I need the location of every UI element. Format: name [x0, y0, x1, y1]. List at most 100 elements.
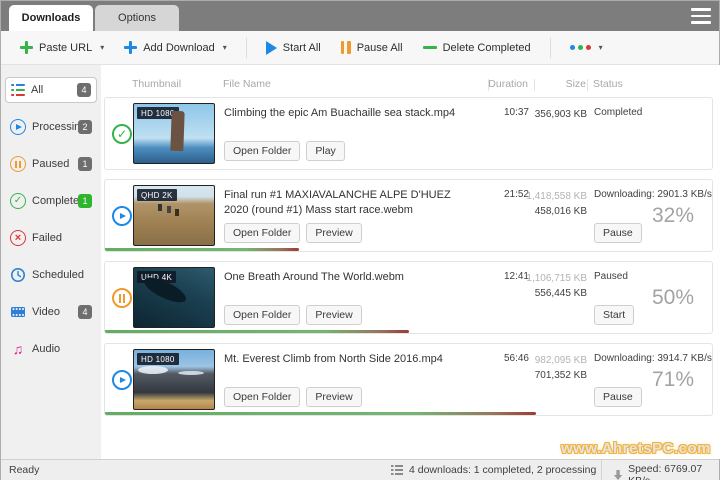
- size: 1,106,715 KB 556,445 KB: [503, 271, 587, 301]
- preview-button[interactable]: Preview: [306, 387, 361, 407]
- download-list: Thumbnail File Name Duration Size Status…: [101, 65, 720, 459]
- pause-button[interactable]: Pause: [594, 223, 642, 243]
- plus-icon: [124, 41, 137, 54]
- delete-completed-button[interactable]: Delete Completed: [414, 37, 540, 59]
- add-download-label: Add Download: [143, 42, 215, 54]
- status-text: Completed: [594, 107, 713, 118]
- pause-icon: [341, 41, 351, 54]
- list-header: Thumbnail File Name Duration Size Status: [104, 65, 713, 97]
- chevron-down-icon: ▾: [223, 43, 227, 52]
- tab-bar: Downloads Options: [1, 1, 719, 31]
- toolbar-separator: [550, 38, 551, 58]
- column-separator: [587, 79, 588, 91]
- film-icon: [10, 304, 26, 320]
- add-download-button[interactable]: Add Download ▾: [115, 36, 236, 59]
- list-icon: [391, 465, 403, 474]
- column-size: Size: [502, 78, 586, 90]
- column-status: Status: [593, 78, 623, 90]
- check-circle-icon: ✓: [112, 124, 132, 144]
- count-badge: 1: [78, 157, 92, 171]
- sidebar-item-label: All: [31, 84, 43, 96]
- app-window: Downloads Options Paste URL ▾ Add Downlo…: [0, 0, 720, 480]
- sidebar-item-completed[interactable]: ✓ Completed 1: [5, 188, 97, 214]
- sidebar-item-video[interactable]: Video 4: [5, 299, 97, 325]
- start-all-label: Start All: [283, 42, 321, 54]
- chevron-down-icon: ▾: [100, 43, 104, 52]
- statusbar-separator: [601, 460, 602, 480]
- progress-percent: 32%: [652, 204, 694, 228]
- column-thumbnail: Thumbnail: [132, 78, 181, 90]
- count-badge: 4: [77, 83, 91, 97]
- size: 1,418,558 KB 458,016 KB: [503, 189, 587, 219]
- pause-all-button[interactable]: Pause All: [332, 36, 412, 59]
- sidebar-item-failed[interactable]: × Failed: [5, 225, 97, 251]
- play-button[interactable]: Play: [306, 141, 344, 161]
- pause-button[interactable]: Pause: [594, 387, 642, 407]
- sidebar-item-label: Paused: [32, 158, 69, 170]
- sidebar-item-label: Audio: [32, 343, 60, 355]
- progress-bar: [105, 330, 409, 333]
- sidebar-item-label: Failed: [32, 232, 62, 244]
- pause-all-label: Pause All: [357, 42, 403, 54]
- column-file-name: File Name: [223, 78, 271, 90]
- sidebar-item-scheduled[interactable]: Scheduled: [5, 262, 97, 288]
- quality-badge: QHD 2K: [137, 189, 177, 201]
- progress-bar: [105, 248, 299, 251]
- delete-completed-label: Delete Completed: [443, 42, 531, 54]
- paste-url-label: Paste URL: [39, 42, 92, 54]
- video-thumbnail: QHD 2K: [133, 185, 215, 246]
- sidebar: All 4 Processing 2 Paused 1 ✓ Completed …: [1, 65, 101, 459]
- video-thumbnail: HD 1080: [133, 349, 215, 410]
- video-thumbnail: HD 1080: [133, 103, 215, 164]
- preview-button[interactable]: Preview: [306, 305, 361, 325]
- paste-url-button[interactable]: Paste URL ▾: [11, 36, 113, 59]
- open-folder-button[interactable]: Open Folder: [224, 387, 300, 407]
- open-folder-button[interactable]: Open Folder: [224, 223, 300, 243]
- music-note-icon: ♫: [10, 342, 26, 356]
- downloads-summary-text: 4 downloads: 1 completed, 2 processing: [409, 464, 596, 476]
- more-actions-button[interactable]: ▾: [561, 38, 612, 57]
- sidebar-item-paused[interactable]: Paused 1: [5, 151, 97, 177]
- down-arrow-icon: [613, 468, 623, 480]
- x-circle-icon: ×: [10, 230, 26, 246]
- start-button[interactable]: Start: [594, 305, 634, 325]
- video-thumbnail: UHD 4K: [133, 267, 215, 328]
- count-badge: 1: [78, 194, 92, 208]
- quality-badge: UHD 4K: [137, 271, 176, 283]
- download-row: UHD 4K One Breath Around The World.webm …: [104, 261, 713, 334]
- sidebar-item-processing[interactable]: Processing 2: [5, 114, 97, 140]
- progress-percent: 71%: [652, 368, 694, 392]
- progress-bar: [105, 412, 536, 415]
- open-folder-button[interactable]: Open Folder: [224, 141, 300, 161]
- check-circle-icon: ✓: [10, 193, 26, 209]
- toolbar-separator: [246, 38, 247, 58]
- menu-icon[interactable]: [691, 8, 711, 24]
- speed-text: Speed: 6769.07 KB/s: [628, 463, 719, 480]
- preview-button[interactable]: Preview: [306, 223, 361, 243]
- toolbar: Paste URL ▾ Add Download ▾ Start All Pau…: [1, 31, 719, 65]
- chevron-down-icon: ▾: [599, 43, 603, 52]
- start-all-button[interactable]: Start All: [257, 36, 330, 60]
- quality-badge: HD 1080: [137, 353, 179, 365]
- status-text: Downloading: 2901.3 KB/s: [594, 189, 713, 200]
- sidebar-item-audio[interactable]: ♫ Audio: [5, 336, 97, 362]
- file-name: Final run #1 MAXIAVALANCHE ALPE D'HUEZ 2…: [224, 188, 472, 218]
- open-folder-button[interactable]: Open Folder: [224, 305, 300, 325]
- sidebar-item-all[interactable]: All 4: [5, 77, 97, 103]
- list-all-icon: [11, 84, 25, 97]
- pause-circle-icon: [10, 156, 26, 172]
- file-name: Climbing the epic Am Buachaille sea stac…: [224, 106, 472, 121]
- file-name: One Breath Around The World.webm: [224, 270, 472, 285]
- count-badge: 2: [78, 120, 92, 134]
- sidebar-item-label: Scheduled: [32, 269, 84, 281]
- watermark: www.AhretsPC.com: [561, 440, 711, 457]
- play-circle-icon: [112, 370, 132, 390]
- status-bar: Ready 4 downloads: 1 completed, 2 proces…: [1, 459, 719, 480]
- download-row: QHD 2K Final run #1 MAXIAVALANCHE ALPE D…: [104, 179, 713, 252]
- tab-downloads[interactable]: Downloads: [9, 5, 93, 31]
- download-row: ✓ HD 1080 Climbing the epic Am Buachaill…: [104, 97, 713, 170]
- minus-icon: [423, 46, 437, 49]
- quality-badge: HD 1080: [137, 107, 179, 119]
- tab-options[interactable]: Options: [95, 5, 179, 31]
- speed-indicator: Speed: 6769.07 KB/s: [613, 463, 719, 480]
